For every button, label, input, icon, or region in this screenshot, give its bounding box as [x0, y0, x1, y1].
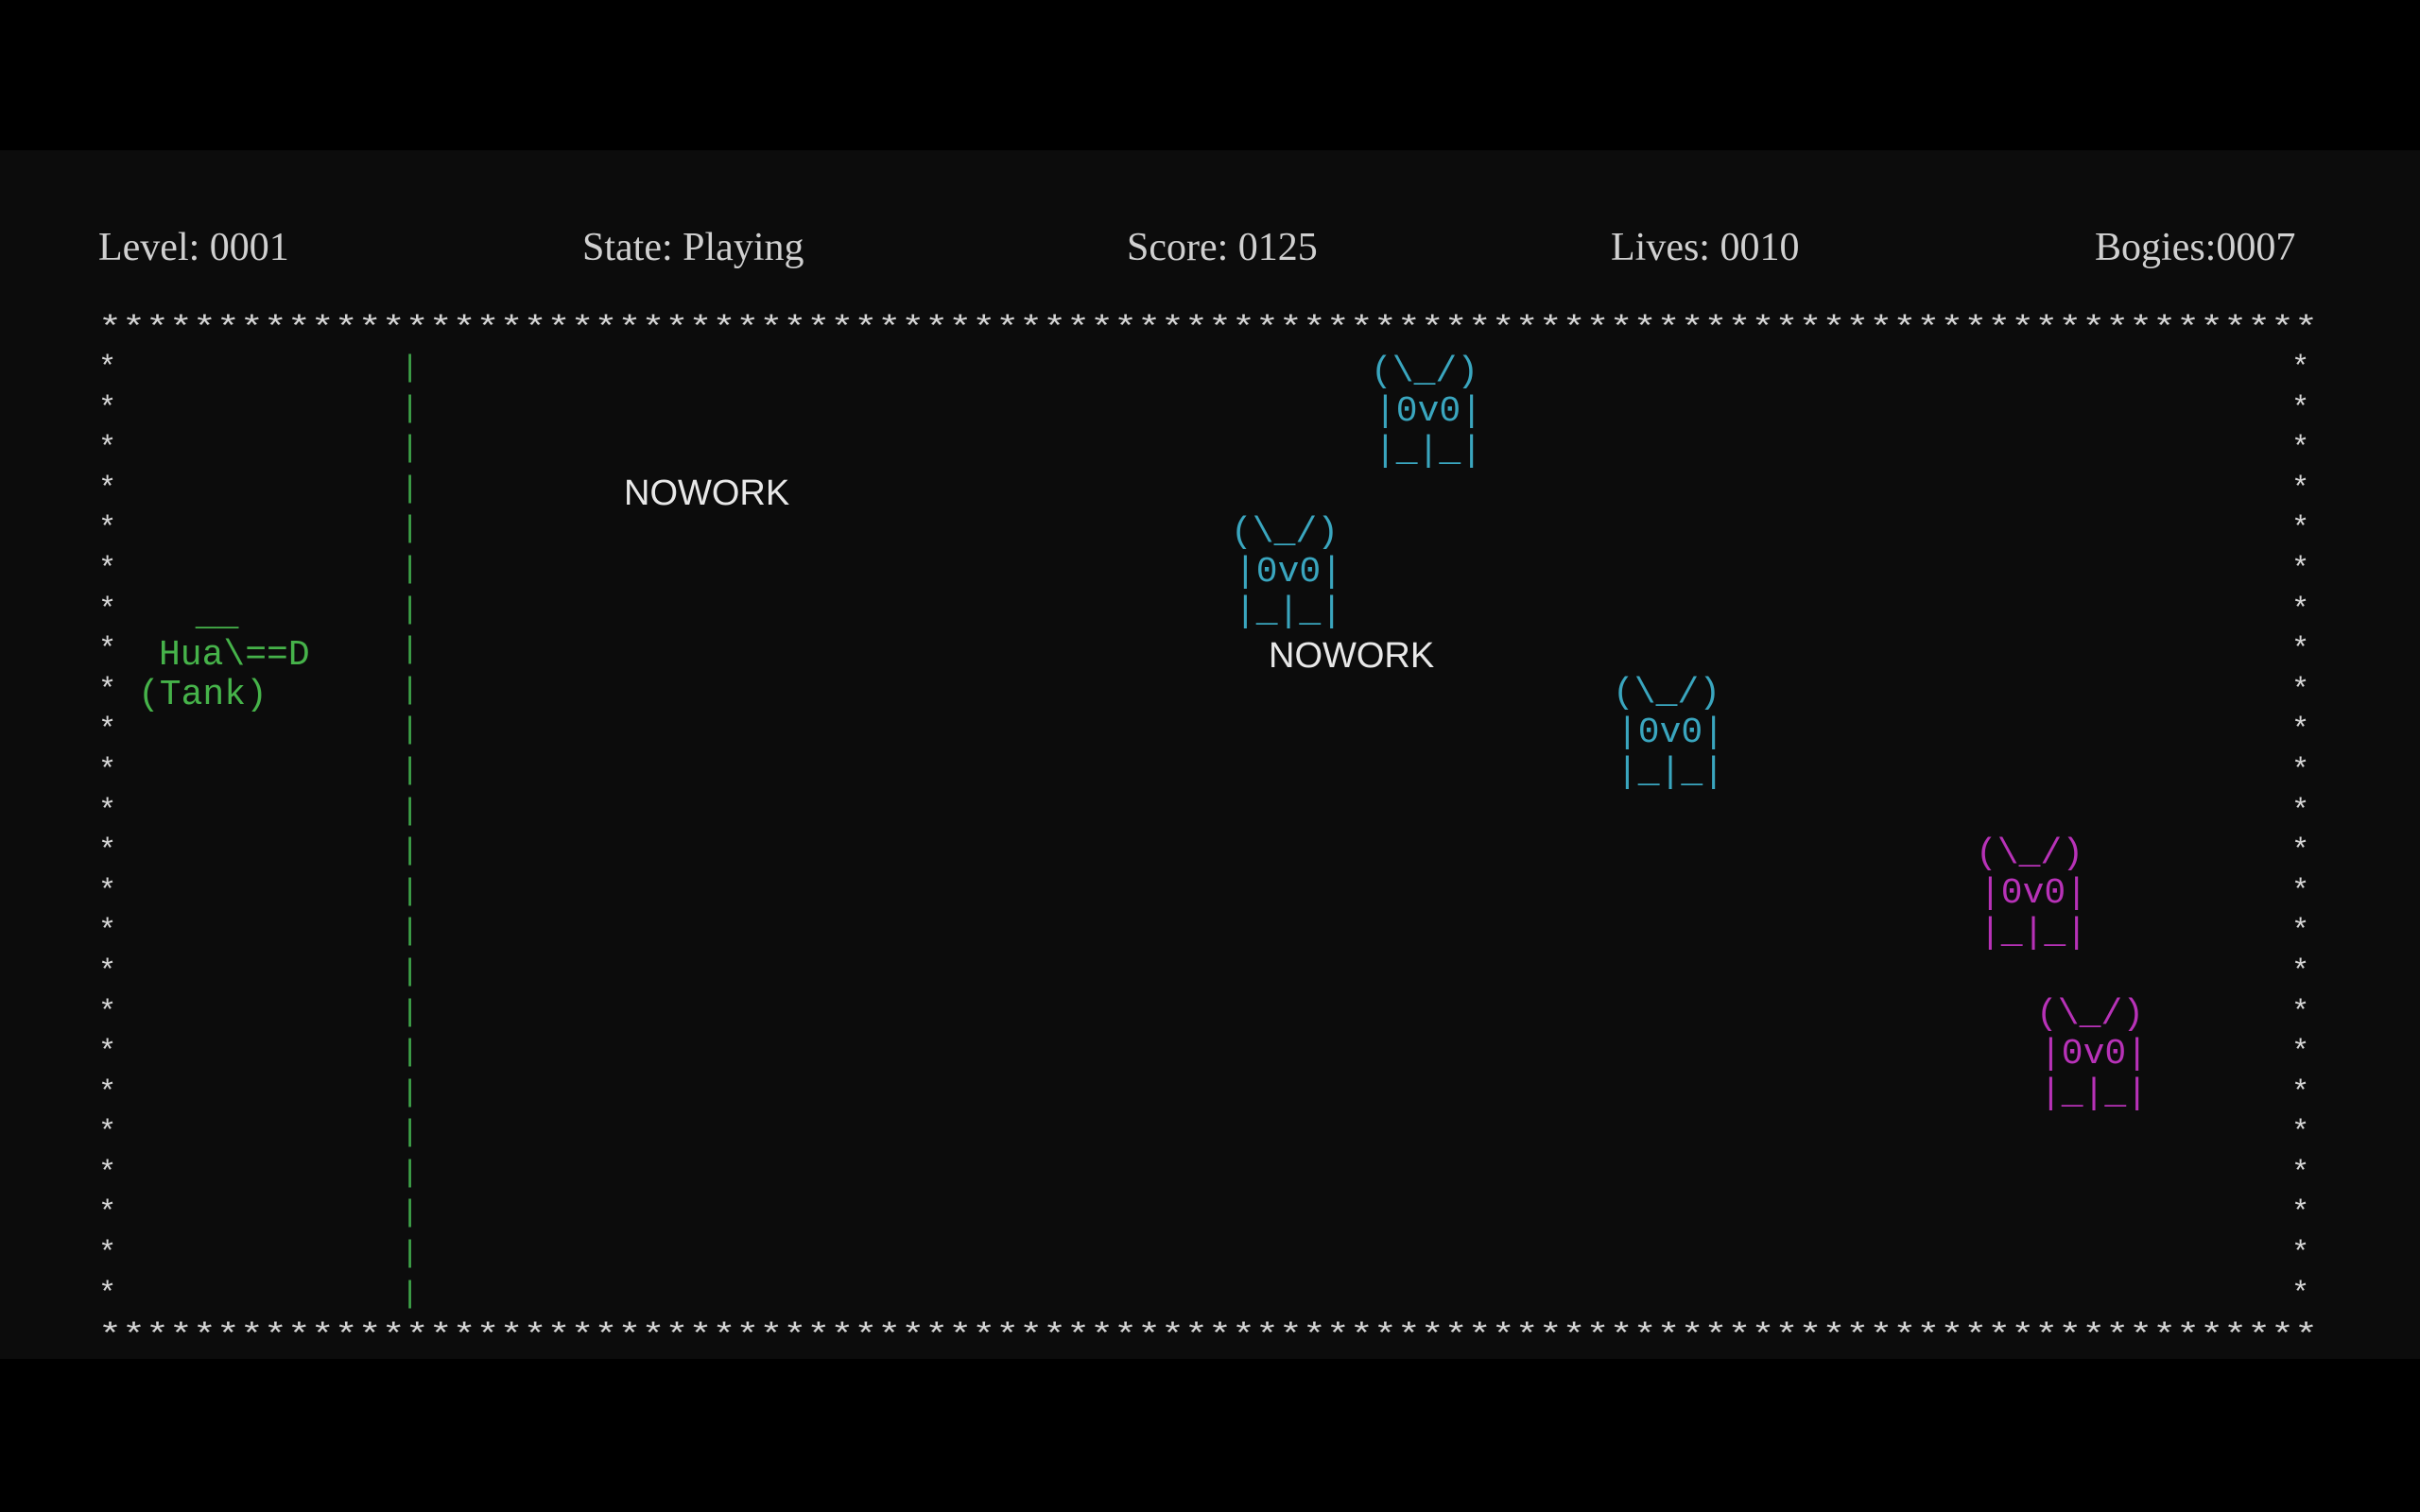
bogey-sprite-line: |0v0|: [1979, 873, 2088, 914]
left-border: * * * * * * * * * * * * * * * * * * * * …: [98, 351, 117, 1312]
field-divider: | | | | | | | | | | | | | | | | | | | | …: [401, 351, 420, 1312]
top-border: ****************************************…: [98, 311, 2318, 346]
bogey-sprite-line: |0v0|: [1235, 552, 1343, 593]
bogey-sprite-line: |0v0|: [2040, 1034, 2149, 1074]
bogies-counter: Bogies:0007: [2095, 226, 2296, 269]
nowork-label: NOWORK: [1269, 636, 1435, 676]
bogey-sprite-line: |_|_|: [1616, 752, 1725, 793]
nowork-label: NOWORK: [624, 473, 790, 513]
bogey-sprite-line: (\_/): [1613, 673, 1721, 713]
bogey-sprite-line: (\_/): [2036, 994, 2145, 1035]
tank-hatch: __: [174, 595, 239, 636]
bogey-sprite-line: |_|_|: [1235, 592, 1343, 632]
bogey-sprite-line: |0v0|: [1374, 391, 1483, 432]
bogey-sprite-line: (\_/): [1976, 833, 2084, 874]
bogey-sprite-line: |_|_|: [1979, 913, 2088, 954]
tank-turret: Hua\==D: [159, 635, 310, 676]
lives-counter: Lives: 0010: [1611, 226, 1800, 269]
tank-body: (Tank): [138, 675, 268, 715]
right-border: * * * * * * * * * * * * * * * * * * * * …: [2291, 351, 2310, 1312]
terminal-window: Level: 0001 State: Playing Score: 0125 L…: [0, 150, 2420, 1359]
bogey-sprite-line: |0v0|: [1616, 713, 1725, 753]
game-state: State: Playing: [582, 226, 804, 269]
game-screen: Level: 0001 State: Playing Score: 0125 L…: [0, 0, 2420, 1512]
bottom-border: ****************************************…: [98, 1318, 2318, 1353]
bogey-sprite-line: |_|_|: [1374, 431, 1483, 472]
bogey-sprite-line: (\_/): [1231, 512, 1340, 553]
bogey-sprite-line: |_|_|: [2040, 1074, 2149, 1114]
level-counter: Level: 0001: [98, 226, 289, 269]
bogey-sprite-line: (\_/): [1371, 352, 1479, 392]
score-counter: Score: 0125: [1127, 226, 1318, 269]
